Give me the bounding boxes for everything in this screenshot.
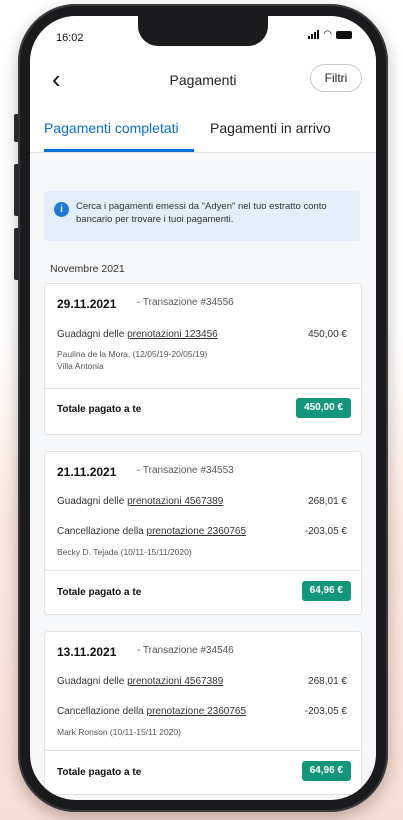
guest-info: Becky D. Tejada (10/11-15/11/2020) (57, 547, 192, 557)
tab-incoming-payments[interactable]: Pagamenti in arrivo (210, 120, 331, 136)
transaction-date: 13.11.2021 (57, 645, 117, 659)
booking-link[interactable]: prenotazioni 123456 (127, 329, 218, 340)
transaction-id: - Transazione #34553 (137, 465, 234, 476)
guest-info: Paulina de la Mora, (12/05/19-20/05/19) (57, 349, 208, 359)
earnings-line: Guadagni delle prenotazioni 4567389 (57, 676, 224, 687)
status-time: 16:02 (56, 32, 84, 44)
total-amount-badge: 64,96 € (301, 581, 351, 601)
earnings-line: Guadagni delle prenotazioni 4567389 (57, 496, 224, 507)
tab-completed-payments[interactable]: Pagamenti completati (44, 120, 179, 136)
cancellation-line: Cancellazione della prenotazione 2360765 (57, 526, 247, 537)
guest-info: Mark Ronson (10/11-15/11 2020) (57, 727, 181, 737)
month-heading: Novembre 2021 (50, 263, 125, 275)
divider (45, 388, 361, 389)
battery-icon (336, 31, 352, 39)
transaction-card: 21.11.2021 - Transazione #34553 Guadagni… (44, 451, 362, 615)
transaction-date: 29.11.2021 (57, 297, 117, 311)
notch (138, 16, 268, 46)
info-banner: i Cerca i pagamenti emessi da "Adyen" ne… (44, 191, 360, 241)
wifi-icon: ◠ (323, 29, 332, 40)
nav-bar: ‹ Pagamenti Filtri (30, 56, 376, 106)
transaction-id: - Transazione #34546 (137, 645, 234, 656)
volume-down-button (14, 228, 19, 280)
transaction-card: 13.11.2021 - Transazione #34546 Guadagni… (44, 631, 362, 795)
total-label: Totale pagato a te (57, 767, 142, 778)
cancellation-amount: -203,05 € (304, 526, 347, 537)
cancellation-line: Cancellazione della prenotazione 2360765 (57, 706, 247, 717)
booking-link[interactable]: prenotazioni 4567389 (127, 676, 223, 687)
info-icon: i (54, 202, 69, 217)
divider (45, 570, 361, 571)
signal-icon (308, 30, 320, 39)
status-icons: ◠ (308, 29, 352, 40)
earnings-line: Guadagni delle prenotazioni 123456 (57, 329, 218, 340)
tab-bar: Pagamenti completati Pagamenti in arrivo (30, 106, 376, 153)
total-amount-badge: 450,00 € (296, 398, 351, 418)
booking-link[interactable]: prenotazione 2360765 (147, 706, 247, 717)
transaction-card: 29.11.2021 - Transazione #34556 Guadagni… (44, 283, 362, 435)
booking-link[interactable]: prenotazioni 4567389 (127, 496, 223, 507)
phone-screen: 16:02 ◠ ‹ Pagamenti Filtri Pagamenti com… (30, 16, 376, 800)
phone-frame: 16:02 ◠ ‹ Pagamenti Filtri Pagamenti com… (14, 4, 388, 812)
transaction-id: - Transazione #34556 (137, 297, 234, 308)
total-amount-badge: 64,96 € (301, 761, 351, 781)
transaction-date: 21.11.2021 (57, 465, 117, 479)
property-name: Villa Antonia (57, 361, 104, 371)
booking-link[interactable]: prenotazione 2360765 (147, 526, 247, 537)
filter-button[interactable]: Filtri (310, 64, 362, 92)
info-banner-text: Cerca i pagamenti emessi da "Adyen" nel … (76, 201, 327, 225)
cancellation-amount: -203,05 € (304, 706, 347, 717)
divider (45, 750, 361, 751)
total-label: Totale pagato a te (57, 587, 142, 598)
earnings-amount: 450,00 € (308, 329, 347, 340)
total-label: Totale pagato a te (57, 404, 142, 415)
mute-switch (14, 114, 19, 142)
earnings-amount: 268,01 € (308, 676, 347, 687)
volume-up-button (14, 164, 19, 216)
active-tab-indicator (44, 149, 194, 152)
earnings-amount: 268,01 € (308, 496, 347, 507)
